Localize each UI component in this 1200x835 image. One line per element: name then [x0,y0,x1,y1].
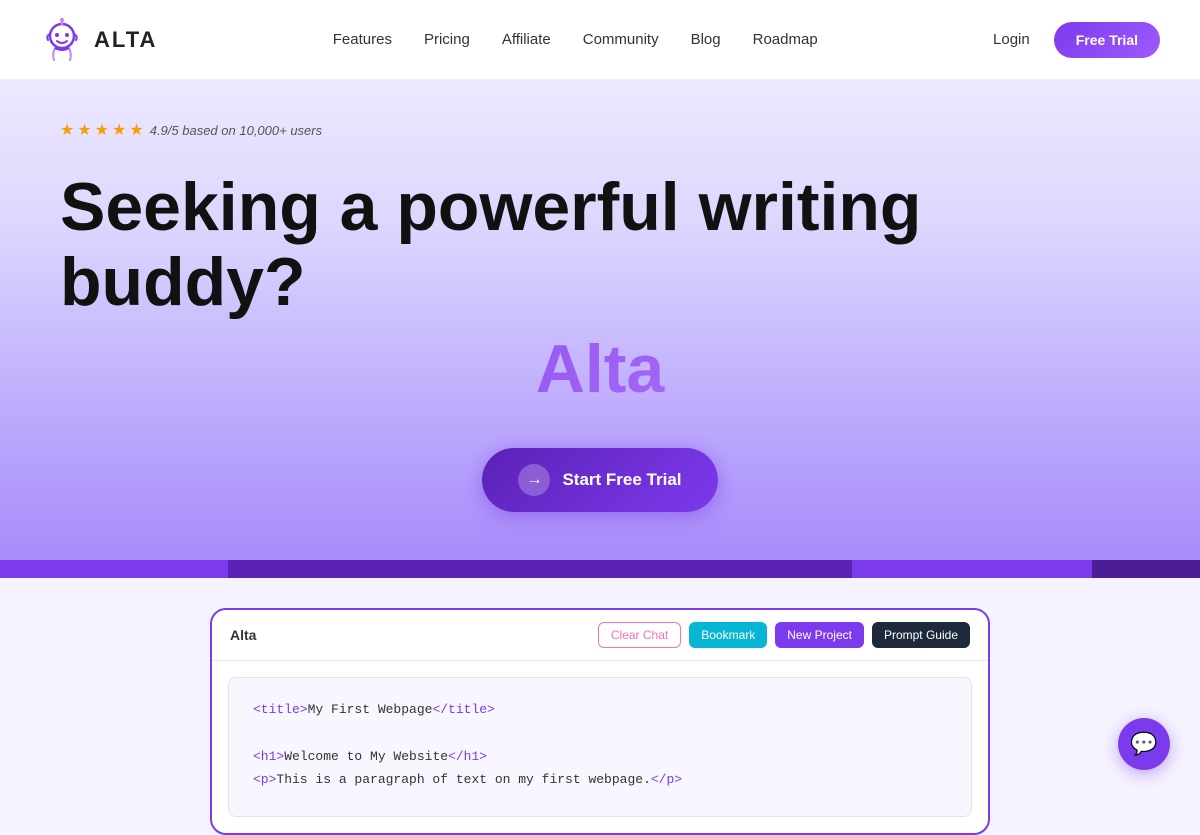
cta-arrow-icon: → [518,464,550,496]
star-rating: ★ ★ ★ ★ ★ [60,120,144,140]
nav-right: Login Free Trial [993,22,1160,58]
app-window: Alta Clear Chat Bookmark New Project Pro… [210,608,990,835]
nav-blog[interactable]: Blog [691,31,721,48]
app-preview-section: Alta Clear Chat Bookmark New Project Pro… [0,578,1200,835]
star-3: ★ [95,120,109,140]
logo-text: ALTA [94,27,157,53]
star-2: ★ [77,120,91,140]
hero-section: ★ ★ ★ ★ ★ 4.9/5 based on 10,000+ users S… [0,80,1200,560]
strip-4 [1092,560,1200,578]
app-titlebar: Alta Clear Chat Bookmark New Project Pro… [212,610,988,661]
bookmark-button[interactable]: Bookmark [689,622,767,648]
star-5: ★ [129,120,143,140]
login-link[interactable]: Login [993,31,1030,48]
hero-rating: ★ ★ ★ ★ ★ 4.9/5 based on 10,000+ users [60,120,1140,140]
star-4: ★ [112,120,126,140]
hero-cta-wrap: → Start Free Trial [60,448,1140,512]
code-area: <title>My First Webpage</title> <h1>Welc… [228,677,972,817]
cta-label: Start Free Trial [562,470,681,490]
nav-links: Features Pricing Affiliate Community Blo… [333,31,818,48]
hero-brand: Alta [60,330,1140,408]
new-project-button[interactable]: New Project [775,622,864,648]
code-line-2: <h1>Welcome to My Website</h1> [253,745,947,768]
logo-icon [40,18,84,62]
rating-text: 4.9/5 based on 10,000+ users [150,123,322,138]
code-line-3: <p>This is a paragraph of text on my fir… [253,768,947,791]
start-free-trial-button[interactable]: → Start Free Trial [482,448,717,512]
nav-roadmap[interactable]: Roadmap [753,31,818,48]
logo-link[interactable]: ALTA [40,18,157,62]
app-title: Alta [230,627,256,643]
nav-affiliate[interactable]: Affiliate [502,31,551,48]
prompt-guide-button[interactable]: Prompt Guide [872,622,970,648]
strip-2 [228,560,852,578]
hero-heading: Seeking a powerful writing buddy? [60,170,1140,320]
star-1: ★ [60,120,74,140]
strip-1 [0,560,228,578]
nav-free-trial-button[interactable]: Free Trial [1054,22,1160,58]
code-line-1: <title>My First Webpage</title> [253,698,947,721]
app-toolbar: Clear Chat Bookmark New Project Prompt G… [598,622,970,648]
chat-icon: 💬 [1130,731,1157,757]
color-strip [0,560,1200,578]
nav-pricing[interactable]: Pricing [424,31,470,48]
chat-fab-button[interactable]: 💬 [1118,718,1170,770]
strip-3 [852,560,1092,578]
navbar: ALTA Features Pricing Affiliate Communit… [0,0,1200,80]
nav-features[interactable]: Features [333,31,392,48]
nav-community[interactable]: Community [583,31,659,48]
clear-chat-button[interactable]: Clear Chat [598,622,681,648]
